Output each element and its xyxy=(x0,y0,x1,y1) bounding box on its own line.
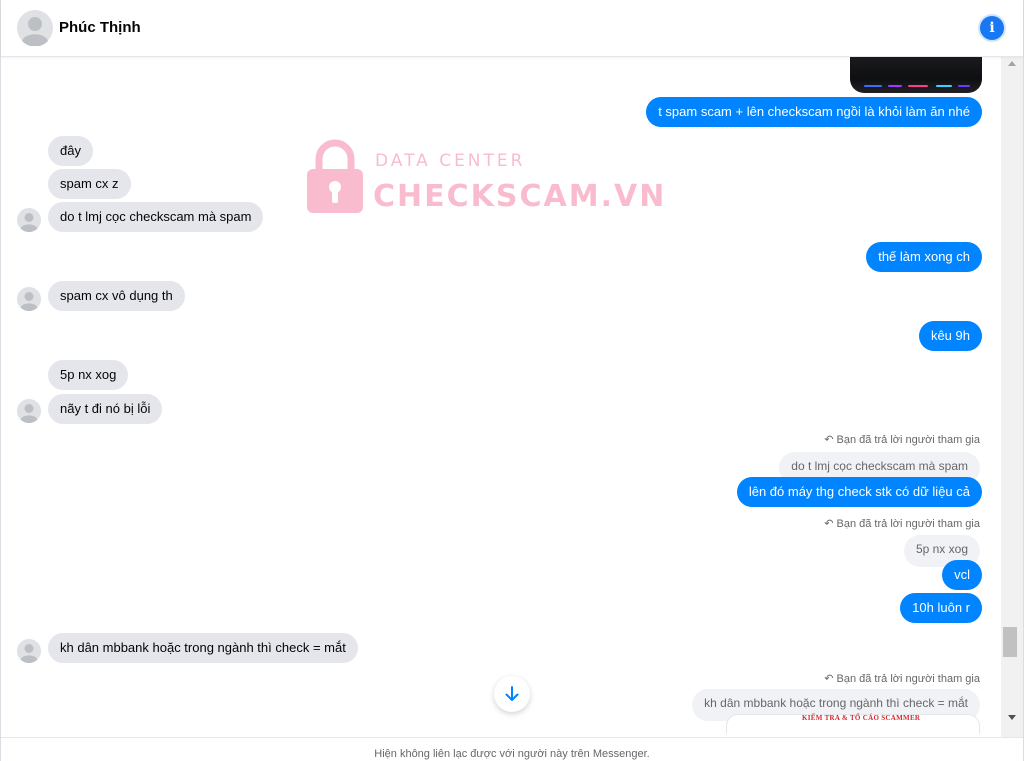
reply-icon: ↶ xyxy=(824,673,834,685)
image-attachment[interactable] xyxy=(850,57,982,93)
scrollbar-thumb[interactable] xyxy=(1003,627,1017,657)
thread-scrollbar[interactable] xyxy=(1001,57,1023,737)
contact-avatar-small[interactable] xyxy=(17,639,41,663)
composer-footer: Hiện không liên lạc được với người này t… xyxy=(1,737,1023,761)
outgoing-message[interactable]: thế làm xong ch xyxy=(866,242,982,272)
info-glyph: i xyxy=(989,20,995,36)
messenger-window: Phúc Thịnh i t spam scam + lên checkscam… xyxy=(0,0,1024,761)
outgoing-message[interactable]: 10h luôn r xyxy=(900,593,982,623)
outgoing-message[interactable]: kêu 9h xyxy=(918,321,982,351)
contact-avatar-small[interactable] xyxy=(17,208,41,232)
arrow-down-icon xyxy=(505,686,519,701)
contact-avatar[interactable] xyxy=(17,10,53,46)
incoming-message[interactable]: nãy t đi nó bị lỗi xyxy=(48,394,163,424)
scroll-to-bottom-button[interactable] xyxy=(494,676,530,712)
reply-icon: ↶ xyxy=(824,434,834,446)
conversation-header: Phúc Thịnh i xyxy=(1,0,1023,57)
incoming-message[interactable]: spam cx vô dụng th xyxy=(48,281,185,311)
reply-indicator: ↶ Bạn đã trả lời người tham gia xyxy=(824,517,980,530)
incoming-message[interactable]: spam cx z xyxy=(48,169,131,199)
reply-note-text: Bạn đã trả lời người tham gia xyxy=(836,434,980,446)
watermark-line2: CHECKSCAM.VN xyxy=(373,179,667,214)
reply-icon: ↶ xyxy=(824,518,834,530)
watermark-stamp-text: KIỂM TRA & TỐ CÁO SCAMMER xyxy=(802,714,921,722)
reply-indicator: ↶ Bạn đã trả lời người tham gia xyxy=(824,672,980,685)
incoming-message[interactable]: đây xyxy=(48,136,93,166)
contact-avatar-small[interactable] xyxy=(17,399,41,423)
outgoing-message[interactable]: t spam scam + lên checkscam ngồi là khỏi… xyxy=(646,97,982,127)
unavailable-notice: Hiện không liên lạc được với người này t… xyxy=(374,748,650,760)
info-icon[interactable]: i xyxy=(980,16,1004,40)
scroll-down-arrow-icon[interactable] xyxy=(1008,715,1016,720)
scroll-up-arrow-icon[interactable] xyxy=(1008,61,1016,66)
outgoing-message[interactable]: lên đó máy thg check stk có dữ liệu cả xyxy=(736,477,982,507)
reply-indicator: ↶ Bạn đã trả lời người tham gia xyxy=(824,433,980,446)
watermark-line1: DATA CENTER xyxy=(375,151,526,171)
outgoing-message[interactable]: vcl xyxy=(942,560,982,590)
lock-icon xyxy=(307,139,363,213)
incoming-message[interactable]: 5p nx xog xyxy=(48,360,129,390)
incoming-message[interactable]: kh dân mbbank hoặc trong ngành thì check… xyxy=(48,633,358,663)
checkscam-watermark: DATA CENTER CHECKSCAM.VN xyxy=(305,137,664,217)
incoming-message[interactable]: do t lmj cọc checkscam mà spam xyxy=(48,202,264,232)
message-thread[interactable]: t spam scam + lên checkscam ngồi là khỏi… xyxy=(1,57,1001,737)
reply-note-text: Bạn đã trả lời người tham gia xyxy=(836,518,980,530)
contact-name[interactable]: Phúc Thịnh xyxy=(59,19,141,36)
reply-note-text: Bạn đã trả lời người tham gia xyxy=(836,673,980,685)
contact-avatar-small[interactable] xyxy=(17,287,41,311)
